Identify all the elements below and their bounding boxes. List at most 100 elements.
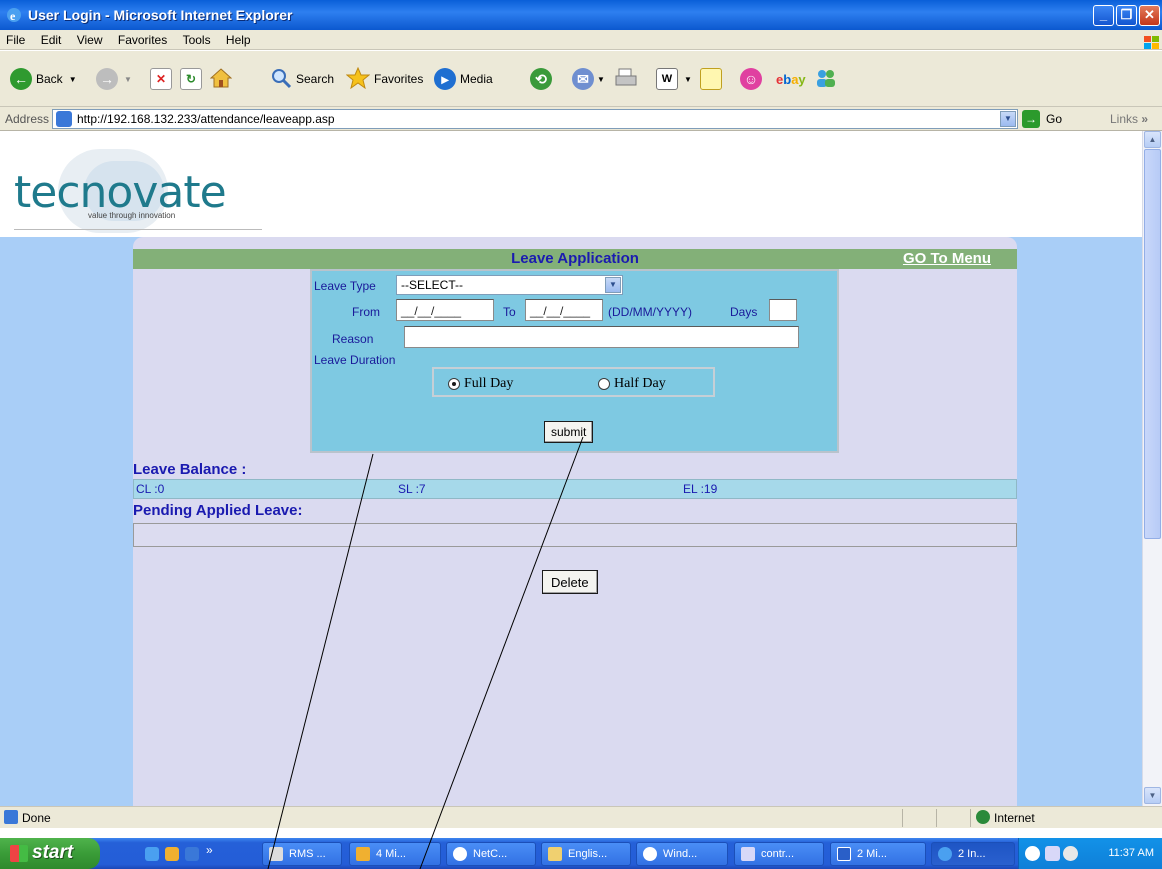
media-icon: ▸ <box>434 68 456 90</box>
days-input[interactable] <box>769 299 797 321</box>
menu-favorites[interactable]: Favorites <box>112 30 173 47</box>
menu-file[interactable]: File <box>0 30 31 47</box>
taskbar-item-windows[interactable]: Wind... <box>636 842 728 866</box>
leave-type-label: Leave Type <box>314 279 376 293</box>
stop-icon: ✕ <box>150 68 172 90</box>
quicklaunch-more-icon[interactable]: » <box>206 843 213 857</box>
taskbar-item-contr[interactable]: contr... <box>734 842 824 866</box>
people-button[interactable] <box>814 65 838 93</box>
minimize-button[interactable]: _ <box>1093 5 1114 26</box>
links-label: Links <box>1110 112 1139 126</box>
el-balance: EL :19 <box>683 482 718 496</box>
toolbar: ← Back ▼ → ▼ ✕ ↻ Search Favorites ▸ Medi… <box>0 51 1162 107</box>
tecnovate-logo: tecnovate value through innovation <box>14 149 264 233</box>
edit-button[interactable]: W ▼ <box>656 65 692 93</box>
internet-zone-icon <box>976 810 990 824</box>
start-button[interactable]: start <box>0 838 100 869</box>
submit-button[interactable]: submit <box>544 421 594 443</box>
taskbar-item-label: RMS ... <box>289 848 326 860</box>
taskbar-item-outlook[interactable]: 4 Mi... <box>349 842 441 866</box>
home-button[interactable] <box>209 65 233 93</box>
mail-icon: ✉ <box>572 68 594 90</box>
half-day-label: Half Day <box>614 376 666 391</box>
messenger-icon: ☺ <box>740 68 762 90</box>
search-button[interactable]: Search <box>270 65 334 93</box>
page-viewport: tecnovate value through innovation Leave… <box>0 131 1142 806</box>
ie-quicklaunch-icon[interactable] <box>145 847 159 861</box>
favorites-button[interactable]: Favorites <box>345 65 424 93</box>
reason-input[interactable] <box>404 326 799 348</box>
start-label: start <box>32 842 74 863</box>
taskbar-item-rms[interactable]: RMS ... <box>262 842 342 866</box>
windows-logo-icon <box>1136 32 1159 49</box>
half-day-radio[interactable]: Half Day <box>598 376 666 392</box>
history-button[interactable]: ⟲ <box>530 65 552 93</box>
taskbar-item-netc[interactable]: NetC... <box>446 842 536 866</box>
sl-balance: SL :7 <box>398 482 426 496</box>
chevron-down-icon: ▼ <box>605 277 621 293</box>
taskbar-item-ie[interactable]: 2 In... <box>931 842 1015 866</box>
from-date-input[interactable]: __/__/____ <box>396 299 494 321</box>
folder-icon <box>548 847 562 861</box>
menu-view[interactable]: View <box>71 30 109 47</box>
pending-leave-title: Pending Applied Leave: <box>133 502 303 519</box>
taskbar-item-english[interactable]: Englis... <box>541 842 631 866</box>
close-button[interactable]: ✕ <box>1139 5 1160 26</box>
address-url: http://192.168.132.233/attendance/leavea… <box>77 112 335 126</box>
links-button[interactable]: Links » <box>1110 112 1148 126</box>
media-button[interactable]: ▸ Media <box>434 65 493 93</box>
vb-tray-icon[interactable] <box>1045 846 1060 861</box>
print-button[interactable] <box>614 65 638 93</box>
taskbar-item-label: 2 Mi... <box>857 848 887 860</box>
scroll-thumb[interactable] <box>1144 149 1161 539</box>
discuss-button[interactable] <box>700 65 722 93</box>
window-title: User Login - Microsoft Internet Explorer <box>28 7 293 23</box>
from-label: From <box>352 305 380 319</box>
leave-form: Leave Type --SELECT-- ▼ From __/__/____ … <box>310 269 839 453</box>
outlook-quicklaunch-icon[interactable] <box>165 847 179 861</box>
full-day-radio[interactable]: Full Day <box>448 376 513 392</box>
delete-button[interactable]: Delete <box>542 570 598 594</box>
go-button[interactable]: → Go <box>1022 109 1062 129</box>
reason-label: Reason <box>332 332 374 346</box>
ebay-button[interactable]: ebay <box>776 65 806 93</box>
mail-button[interactable]: ✉ ▼ <box>572 65 605 93</box>
taskbar-item-word[interactable]: 2 Mi... <box>830 842 926 866</box>
status-divider <box>936 809 937 827</box>
title-bar: e User Login - Microsoft Internet Explor… <box>0 0 1162 30</box>
edit-dropdown-icon: ▼ <box>684 74 692 84</box>
address-input[interactable]: http://192.168.132.233/attendance/leavea… <box>52 109 1018 129</box>
scroll-up-icon[interactable]: ▲ <box>1144 131 1161 148</box>
print-icon <box>614 67 638 92</box>
refresh-button[interactable]: ↻ <box>180 65 202 93</box>
favorites-label: Favorites <box>374 72 424 86</box>
maximize-button[interactable]: ❐ <box>1116 5 1137 26</box>
leave-type-select[interactable]: --SELECT-- ▼ <box>396 275 623 295</box>
logo-rule <box>14 229 262 230</box>
address-bar: Address http://192.168.132.233/attendanc… <box>0 107 1162 131</box>
word-icon <box>837 847 851 861</box>
volume-icon[interactable] <box>1063 846 1078 861</box>
date-format-hint: (DD/MM/YYYY) <box>608 305 692 319</box>
forward-button[interactable]: → ▼ <box>96 65 132 93</box>
address-dropdown-icon[interactable]: ▼ <box>1000 111 1016 127</box>
menu-help[interactable]: Help <box>220 30 257 47</box>
leave-duration-label: Leave Duration <box>314 353 396 367</box>
days-label: Days <box>730 305 758 319</box>
refresh-icon: ↻ <box>180 68 202 90</box>
menu-edit[interactable]: Edit <box>35 30 68 47</box>
go-to-menu-link[interactable]: GO To Menu <box>903 250 991 267</box>
vertical-scrollbar[interactable]: ▲ ▼ <box>1142 131 1162 806</box>
messenger-button[interactable]: ☺ <box>740 65 762 93</box>
stop-button[interactable]: ✕ <box>150 65 172 93</box>
word-edit-icon: W <box>656 68 678 90</box>
media-label: Media <box>460 72 493 86</box>
ie2-quicklaunch-icon[interactable] <box>185 847 199 861</box>
menu-tools[interactable]: Tools <box>177 30 217 47</box>
back-button[interactable]: ← Back ▼ <box>10 65 77 93</box>
scroll-down-icon[interactable]: ▼ <box>1144 787 1161 804</box>
menu-bar: File Edit View Favorites Tools Help <box>0 30 1162 50</box>
tray-expand-icon[interactable] <box>1025 846 1040 861</box>
forward-dropdown-icon: ▼ <box>124 74 132 84</box>
to-date-input[interactable]: __/__/____ <box>525 299 603 321</box>
